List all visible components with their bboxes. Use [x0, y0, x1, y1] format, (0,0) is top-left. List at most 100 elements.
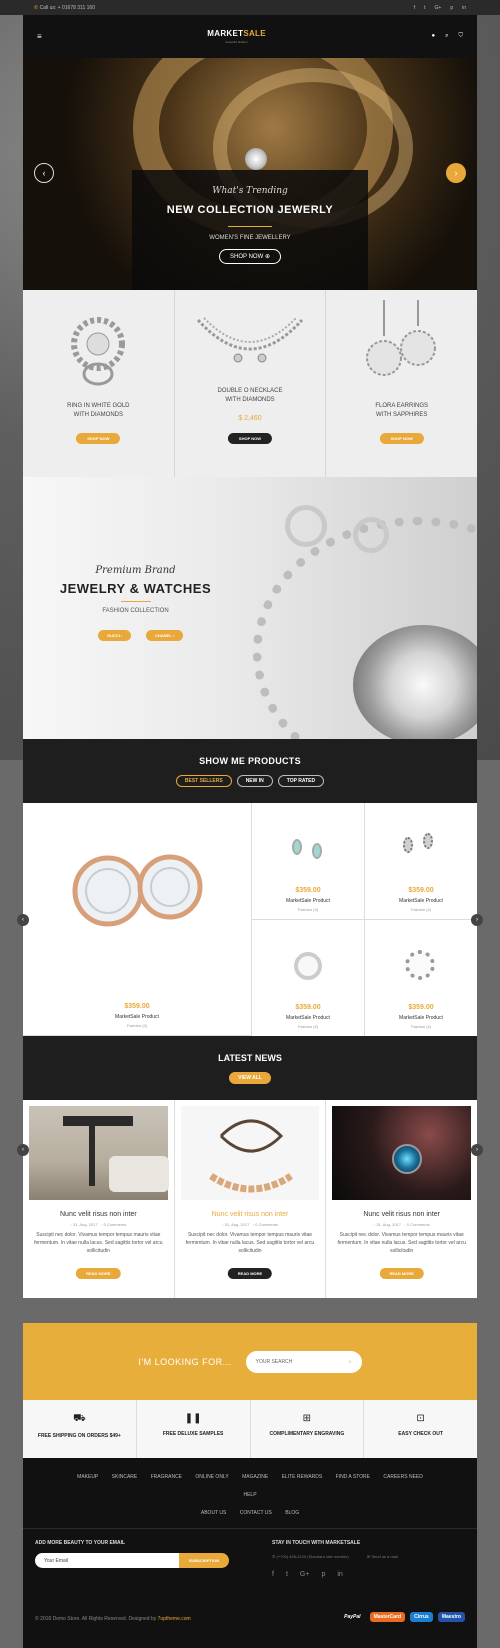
read-more-button[interactable]: READ MORE: [76, 1268, 121, 1279]
product-card-large[interactable]: $359.00 MarketSale Product Fashion (4): [23, 803, 252, 1036]
search-band: I'M LOOKING FOR... YOUR SEARCH ⌕: [23, 1323, 477, 1400]
news-next-arrow[interactable]: ›: [471, 1144, 483, 1156]
footer-link[interactable]: ONLINE ONLY: [195, 1474, 228, 1480]
call-label: Call us:: [39, 4, 57, 11]
grid-next-arrow[interactable]: ›: [471, 914, 483, 926]
footer-link[interactable]: FRAGRANCE: [151, 1474, 182, 1480]
footer: MAKEUP SKINCARE FRAGRANCE ONLINE ONLY MA…: [23, 1458, 477, 1648]
footer-link[interactable]: FIND A STORE: [336, 1474, 370, 1480]
linkedin-icon[interactable]: in: [462, 5, 466, 11]
pinterest-icon[interactable]: p: [450, 5, 453, 11]
read-more-button[interactable]: READ MORE: [379, 1268, 424, 1279]
chanel-button[interactable]: CHANEL ›: [146, 630, 184, 641]
featured-product-card[interactable]: FLORA EARRINGS WITH SAPPHIRES SHOP NOW: [326, 290, 477, 477]
features-bar: ⛟ FREE SHIPPING ON ORDERS $49+ ❚❚ FREE D…: [23, 1400, 477, 1458]
footer-link[interactable]: CAREERS NEED: [383, 1474, 422, 1480]
footer-link[interactable]: MAGAZINE: [242, 1474, 268, 1480]
news-excerpt: Suscipit nec dolor. Vivamus tempor tempu…: [34, 1232, 163, 1254]
feature-item: ⛟ FREE SHIPPING ON ORDERS $49+: [23, 1400, 137, 1458]
stay-in-touch: STAY IN TOUCH WITH MARKETSALE ✆ (+700) 4…: [272, 1540, 472, 1578]
footer-social: f t G+ p in: [272, 1571, 472, 1578]
menu-icon[interactable]: ≡: [37, 32, 42, 41]
news-image[interactable]: [180, 1106, 320, 1200]
footer-link[interactable]: CONTACT US: [240, 1510, 272, 1516]
facebook-icon[interactable]: f: [272, 1571, 274, 1578]
banner-script: Premium Brand: [95, 565, 176, 576]
product-category: Fashion (4): [297, 1024, 319, 1029]
linkedin-icon[interactable]: in: [337, 1571, 342, 1578]
subscribe-button[interactable]: SUBSCRIPTION: [178, 1553, 229, 1568]
search-icon[interactable]: ⌕: [349, 1359, 352, 1365]
featured-name: DOUBLE O NECKLACE WITH DIAMONDS: [175, 387, 326, 405]
google-plus-icon[interactable]: G+: [435, 5, 442, 11]
top-bar: ✆ Call us: + 01678 311 160 f t G+ p in: [0, 0, 500, 15]
user-icon[interactable]: ●: [431, 33, 435, 40]
shop-now-button[interactable]: SHOP NOW ⊕: [219, 249, 281, 264]
footer-link[interactable]: ELITE REWARDS: [282, 1474, 323, 1480]
shop-now-button[interactable]: SHOP NOW: [76, 433, 121, 444]
news-image[interactable]: [332, 1106, 472, 1200]
footer-link[interactable]: MAKEUP: [77, 1474, 98, 1480]
product-card[interactable]: $359.00 MarketSale Product Fashion (4): [252, 803, 365, 920]
phone-icon: ✆: [34, 4, 39, 11]
table-shape: [63, 1116, 133, 1126]
product-name: MarketSale Product: [399, 898, 443, 904]
google-plus-icon[interactable]: G+: [300, 1571, 310, 1578]
feature-item: ⊞ COMPLIMENTARY ENGRAVING: [251, 1400, 365, 1458]
email-field[interactable]: Your Email: [35, 1553, 179, 1568]
news-comments: 0 Comments: [255, 1222, 278, 1227]
stud-earrings-image: [72, 854, 203, 927]
news-title[interactable]: Nunc velit risus non inter: [175, 1211, 326, 1218]
hero-subtitle: WOMEN'S FINE JEWELLERY: [209, 235, 291, 241]
news-prev-arrow[interactable]: ‹: [17, 1144, 29, 1156]
shop-now-button[interactable]: SHOP NOW: [227, 433, 273, 444]
product-card[interactable]: $359.00 MarketSale Product Fashion (4): [252, 920, 365, 1036]
read-more-button[interactable]: READ MORE: [227, 1268, 273, 1279]
slider-next-button[interactable]: ›: [446, 163, 466, 183]
news-image[interactable]: [29, 1106, 169, 1200]
earring-image: [423, 833, 433, 849]
featured-product-card[interactable]: DOUBLE O NECKLACE WITH DIAMONDS $ 2,460 …: [175, 290, 327, 477]
product-category: Fashion (4): [126, 1023, 148, 1028]
facebook-icon[interactable]: f: [414, 5, 415, 11]
logo[interactable]: MARKETSALE beautiful fashion: [207, 29, 266, 44]
footer-link[interactable]: HELP: [243, 1492, 256, 1498]
search-icon[interactable]: ⌕: [445, 33, 448, 40]
featured-name: RING IN WHITE GOLD WITH DIAMONDS: [23, 402, 174, 420]
view-all-button[interactable]: VIEW ALL: [229, 1072, 271, 1084]
news-title[interactable]: Nunc velit risus non inter: [326, 1211, 477, 1218]
mail-note[interactable]: Send us a mail: [371, 1554, 397, 1559]
product-price: $359.00: [408, 1004, 434, 1011]
designer-link[interactable]: 7uptheme.com: [158, 1616, 191, 1622]
footer-link[interactable]: SKINCARE: [112, 1474, 138, 1480]
product-category: Fashion (4): [410, 1024, 432, 1029]
product-card[interactable]: $359.00 MarketSale Product Fashion (4): [365, 803, 477, 920]
pinterest-icon[interactable]: p: [321, 1571, 325, 1578]
product-card[interactable]: $359.00 MarketSale Product Fashion (4): [365, 920, 477, 1036]
tab-best-sellers[interactable]: BEST SELLERS: [175, 775, 232, 787]
hero-script: What's Trending: [212, 186, 288, 196]
product-category: Fashion (4): [410, 907, 432, 912]
twitter-icon[interactable]: t: [286, 1571, 288, 1578]
grid-prev-arrow[interactable]: ‹: [17, 914, 29, 926]
calendar-icon: ▫: [70, 1222, 72, 1227]
tab-new-in[interactable]: NEW IN: [236, 775, 273, 787]
shop-now-button[interactable]: SHOP NOW: [379, 433, 424, 444]
footer-link[interactable]: ABOUT US: [201, 1510, 226, 1516]
phone-note: (+700) 455-2120 (Standard rate number): [276, 1554, 349, 1559]
gucci-button[interactable]: GUCCI ›: [98, 630, 132, 641]
search-input[interactable]: YOUR SEARCH ⌕: [245, 1350, 362, 1373]
slider-prev-button[interactable]: ‹: [34, 163, 54, 183]
featured-name-line2: WITH DIAMONDS: [225, 397, 275, 403]
tab-top-rated[interactable]: TOP RATED: [277, 775, 325, 787]
footer-nav: MAKEUP SKINCARE FRAGRANCE ONLINE ONLY MA…: [23, 1458, 477, 1522]
cart-icon[interactable]: ⛉: [458, 33, 463, 40]
twitter-icon[interactable]: t: [424, 5, 425, 11]
section-title: SHOW ME PRODUCTS: [199, 756, 301, 766]
news-title[interactable]: Nunc velit risus non inter: [23, 1211, 174, 1218]
featured-product-card[interactable]: RING IN WHITE GOLD WITH DIAMONDS SHOP NO…: [23, 290, 175, 477]
product-price: $359.00: [124, 1003, 150, 1010]
footer-link[interactable]: BLOG: [285, 1510, 299, 1516]
ring-image: [71, 317, 126, 386]
paypal-icon: PayPal: [344, 1614, 361, 1620]
